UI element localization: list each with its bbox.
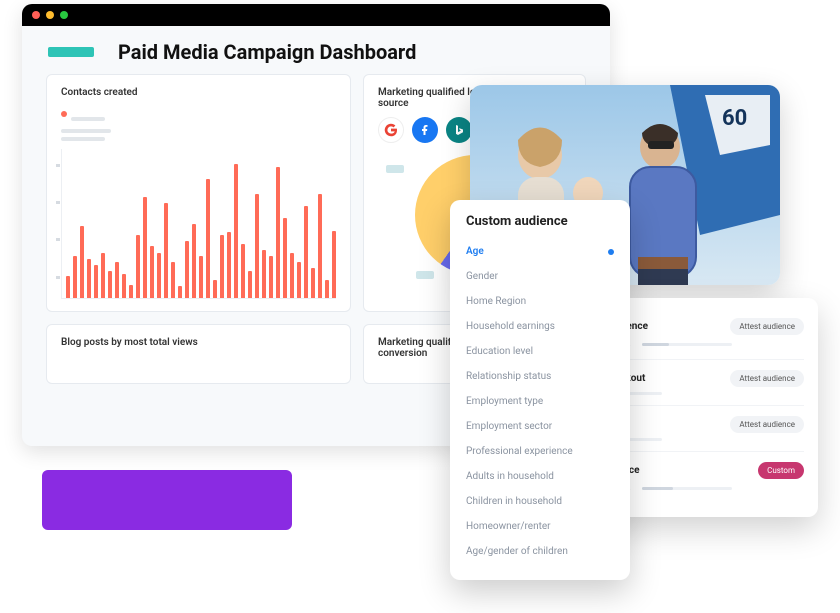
audience-filter-item[interactable]: Adults in household: [466, 464, 614, 489]
bar: [227, 232, 231, 298]
audience-filter-item[interactable]: Employment sector: [466, 414, 614, 439]
bar: [101, 253, 105, 298]
audience-filter-label: Relationship status: [466, 371, 551, 382]
custom-badge[interactable]: Custom: [758, 462, 804, 479]
decorative-purple-block: [42, 470, 292, 530]
chart-legend: [61, 106, 336, 141]
bar: [122, 274, 126, 298]
bar: [311, 268, 315, 298]
bar: [255, 194, 259, 298]
bar: [87, 259, 91, 298]
window-titlebar: [22, 4, 610, 26]
bar: [143, 197, 147, 298]
bar: [178, 286, 182, 298]
google-icon: [378, 117, 404, 143]
custom-audience-panel: Custom audience Age Gender Home Region Hous…: [450, 200, 630, 580]
attest-audience-button[interactable]: Attest audience: [730, 370, 804, 387]
bar: [185, 241, 189, 298]
audience-filter-item[interactable]: Home Region: [466, 289, 614, 314]
bar: [164, 203, 168, 298]
bar: [220, 235, 224, 298]
audience-filter-item[interactable]: Gender: [466, 264, 614, 289]
bar: [192, 224, 196, 299]
bar: [304, 206, 308, 298]
bar: [150, 246, 154, 298]
brand-accent-chip: [48, 47, 94, 57]
bar: [171, 262, 175, 298]
bar: [94, 265, 98, 298]
audience-filter-item[interactable]: Household earnings: [466, 314, 614, 339]
attest-audience-button[interactable]: Attest audience: [730, 318, 804, 335]
svg-text:60: 60: [722, 106, 747, 131]
card-title: Contacts created: [61, 87, 336, 98]
bing-icon: [446, 117, 472, 143]
card-contacts-created: Contacts created: [46, 74, 351, 312]
bar: [241, 244, 245, 298]
bar: [115, 262, 119, 298]
panel-title: Custom audience: [466, 214, 614, 229]
audience-progress-bar: [642, 487, 732, 490]
bar: [276, 167, 280, 298]
card-title: Blog posts by most total views: [61, 337, 336, 348]
window-zoom-icon[interactable]: [60, 11, 68, 19]
bar: [73, 256, 77, 298]
bar: [248, 271, 252, 298]
bar: [206, 179, 210, 298]
audience-filter-item[interactable]: Employment type: [466, 389, 614, 414]
bar: [332, 231, 336, 298]
card-blog-views: Blog posts by most total views: [46, 324, 351, 384]
audience-filter-item[interactable]: Relationship status: [466, 364, 614, 389]
page-title: Paid Media Campaign Dashboard: [118, 40, 416, 64]
bar: [325, 280, 329, 298]
audience-filter-label: Professional experience: [466, 446, 573, 457]
audience-filter-label: Age: [466, 246, 484, 257]
bar: [269, 256, 273, 298]
audience-filter-label: Education level: [466, 346, 533, 357]
active-indicator-icon: [608, 249, 614, 255]
bar: [318, 194, 322, 298]
audience-filter-item[interactable]: Professional experience: [466, 439, 614, 464]
audience-filter-item[interactable]: Age/gender of children: [466, 539, 614, 564]
attest-audience-button[interactable]: Attest audience: [730, 416, 804, 433]
bar: [108, 271, 112, 298]
bar: [157, 253, 161, 298]
audience-filter-item[interactable]: Age: [466, 239, 614, 264]
bar: [262, 250, 266, 298]
bar: [234, 164, 238, 298]
window-minimize-icon[interactable]: [46, 11, 54, 19]
audience-filter-label: Gender: [466, 271, 498, 282]
bar: [297, 262, 301, 298]
bar: [213, 280, 217, 298]
audience-filter-label: Homeowner/renter: [466, 521, 551, 532]
bar: [80, 226, 84, 298]
audience-filter-item[interactable]: Children in household: [466, 489, 614, 514]
window-close-icon[interactable]: [32, 11, 40, 19]
audience-filter-label: Employment type: [466, 396, 543, 407]
bar: [283, 218, 287, 298]
bar: [290, 253, 294, 298]
audience-filter-label: Household earnings: [466, 321, 555, 332]
audience-filter-label: Home Region: [466, 296, 526, 307]
audience-filter-label: Age/gender of children: [466, 546, 568, 557]
contacts-bar-chart: [61, 149, 336, 299]
facebook-icon: [412, 117, 438, 143]
bar: [129, 285, 133, 298]
audience-filter-label: Children in household: [466, 496, 562, 507]
audience-filter-label: Adults in household: [466, 471, 554, 482]
bar: [136, 235, 140, 298]
bar: [66, 276, 70, 298]
audience-filter-item[interactable]: Homeowner/renter: [466, 514, 614, 539]
audience-filter-label: Employment sector: [466, 421, 552, 432]
audience-progress-bar: [642, 343, 732, 346]
bar: [199, 256, 203, 298]
audience-filter-item[interactable]: Education level: [466, 339, 614, 364]
